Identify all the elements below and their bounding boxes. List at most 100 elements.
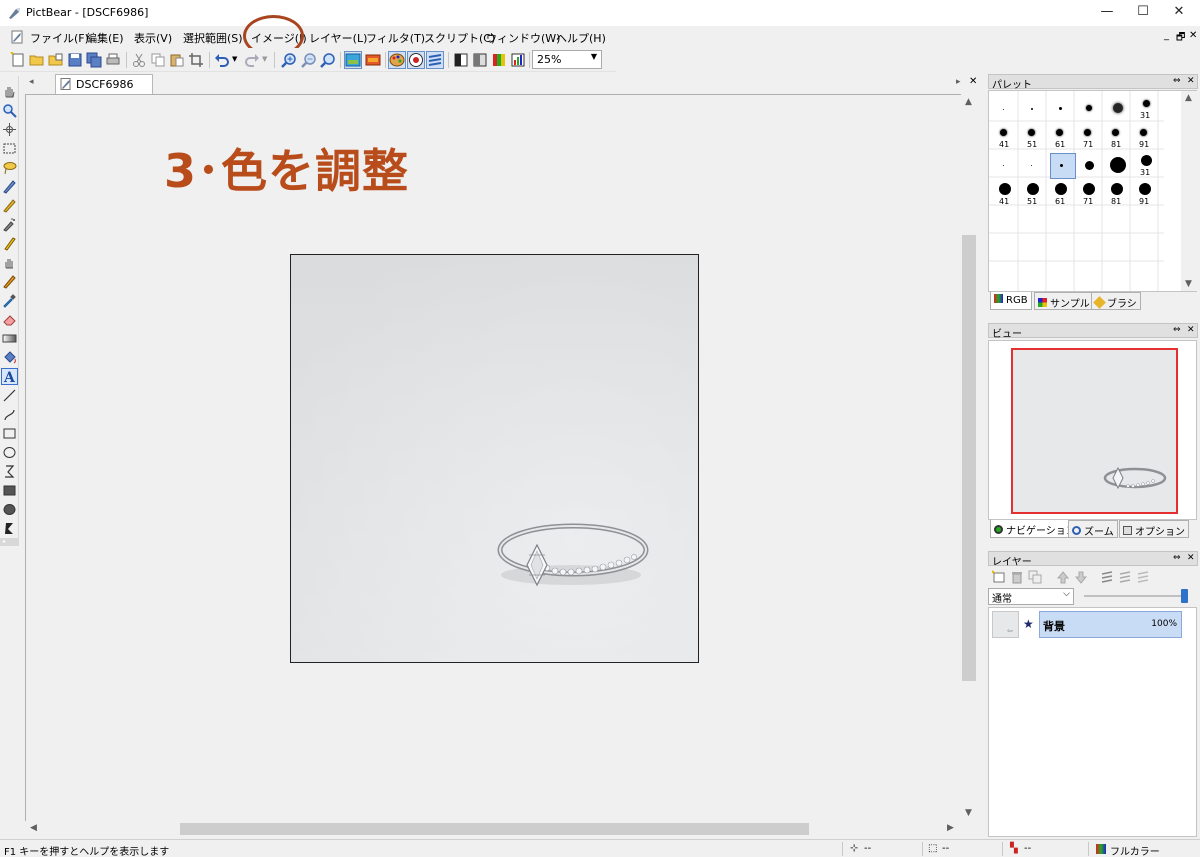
tab-brush[interactable]: ブラシ [1091, 292, 1141, 310]
brush-dot[interactable] [1086, 105, 1092, 111]
palette-scrollbar[interactable]: ▲ ▼ [1181, 91, 1197, 291]
zoom-out-icon[interactable] [301, 52, 317, 68]
close-button[interactable]: ✕ [1156, 0, 1200, 26]
brush-tool-icon[interactable] [2, 198, 17, 213]
scroll-down-icon[interactable]: ▼ [965, 808, 972, 818]
save-icon[interactable] [67, 52, 83, 68]
document-icon[interactable] [10, 30, 24, 44]
redo-dropdown-icon[interactable]: ▼ [262, 55, 267, 63]
blend-mode-select[interactable]: 通常 ⌵ [988, 588, 1074, 605]
duplicate-layer-icon[interactable] [1028, 570, 1042, 584]
brush-dot[interactable] [1059, 107, 1062, 110]
scroll-down-icon[interactable]: ▼ [1185, 279, 1192, 289]
brush-dot[interactable] [1055, 183, 1067, 195]
brush-dot[interactable] [1028, 129, 1035, 136]
menu-edit[interactable]: 編集(E) [86, 30, 124, 46]
brush-dot[interactable] [1139, 183, 1151, 195]
navigator-toggle-button[interactable] [407, 51, 425, 69]
pencil-tool-icon[interactable] [2, 179, 17, 194]
vertical-scroll-thumb[interactable] [962, 235, 976, 681]
new-file-icon[interactable] [10, 52, 26, 68]
zoom-level-select[interactable]: 25% ▼ [532, 50, 602, 69]
palette-toggle-button[interactable] [388, 51, 406, 69]
eyedropper-tool-icon[interactable] [2, 293, 17, 308]
navigator-viewport-frame[interactable] [1011, 348, 1178, 514]
menu-file[interactable]: ファイル(F) [30, 30, 89, 46]
filled-rectangle-tool-icon[interactable] [2, 483, 17, 498]
undo-icon[interactable] [214, 52, 230, 68]
layer-up-icon[interactable] [1056, 570, 1070, 584]
tool-palette-expand-icon[interactable]: ▸ [0, 538, 19, 546]
panel-close-icon[interactable]: ✕ [1187, 325, 1195, 335]
filled-polygon-tool-icon[interactable] [2, 521, 17, 536]
menu-view[interactable]: 表示(V) [134, 30, 172, 46]
airbrush-tool-icon[interactable] [2, 217, 17, 232]
canvas-area[interactable]: 3･色を調整 [25, 94, 961, 821]
brush-dot[interactable] [1113, 103, 1123, 113]
tab-close-icon[interactable]: ✕ [969, 76, 977, 87]
brush-dot[interactable] [1084, 129, 1091, 136]
brush-dot[interactable] [1060, 164, 1063, 167]
tab-sample[interactable]: サンプル [1034, 292, 1094, 310]
mdi-minimize-button[interactable]: _ [1164, 30, 1169, 41]
menu-help[interactable]: ヘルプ(H) [556, 30, 606, 46]
gradient-tool-icon[interactable] [2, 331, 17, 346]
brush-dot[interactable] [1140, 129, 1147, 136]
brush-dot[interactable] [1143, 100, 1150, 107]
brush-dot[interactable] [999, 183, 1011, 195]
rect-select-tool-icon[interactable] [2, 141, 17, 156]
brush-dot[interactable] [1110, 157, 1126, 173]
star-icon[interactable]: ★ [1023, 617, 1034, 631]
fill-tool-icon[interactable] [2, 350, 17, 365]
menu-window[interactable]: ウィンドウ(W) [486, 30, 560, 46]
smudge-tool-icon[interactable] [2, 255, 17, 270]
layer-thumbnail[interactable]: ⇦ [992, 611, 1019, 638]
ellipse-tool-icon[interactable] [2, 445, 17, 460]
hand-tool-icon[interactable] [2, 84, 17, 99]
cut-icon[interactable] [131, 52, 147, 68]
redo-icon[interactable] [244, 52, 260, 68]
layer-view-icon[interactable] [365, 52, 381, 68]
tab-zoom[interactable]: ズーム [1068, 520, 1118, 538]
mdi-close-button[interactable]: ✕ [1189, 30, 1197, 41]
panel-pin-icon[interactable]: ⇔ [1173, 325, 1181, 335]
new-layer-icon[interactable] [992, 570, 1006, 584]
scroll-right-icon[interactable]: ▶ [947, 823, 954, 833]
menu-script[interactable]: スクリプト(C) [424, 30, 495, 46]
brush-dot[interactable] [1003, 165, 1004, 166]
copy-icon[interactable] [150, 52, 166, 68]
flatten-icon[interactable] [1136, 570, 1150, 584]
menu-selection[interactable]: 選択範囲(S) [183, 30, 243, 46]
menu-filter[interactable]: フィルタ(T) [366, 30, 425, 46]
print-icon[interactable] [105, 52, 121, 68]
scroll-up-icon[interactable]: ▲ [965, 97, 972, 107]
merge-down-icon[interactable] [1100, 570, 1114, 584]
brush-dot[interactable] [1031, 108, 1033, 110]
curve-tool-icon[interactable] [2, 407, 17, 422]
eraser-tool-icon[interactable] [2, 312, 17, 327]
layers-toggle-button[interactable] [426, 51, 444, 69]
horizontal-scrollbar[interactable]: ◀ ▶ [25, 821, 961, 837]
brush-dot[interactable] [1003, 109, 1004, 110]
grayscale-icon[interactable] [453, 52, 469, 68]
menu-layer[interactable]: レイヤー(L) [309, 30, 367, 46]
opacity-slider-thumb[interactable] [1181, 589, 1188, 603]
histogram-icon[interactable] [510, 52, 526, 68]
tab-option[interactable]: オプション [1119, 520, 1189, 538]
tab-scroll-right-icon[interactable]: ▸ [956, 77, 961, 87]
opacity-slider-track[interactable] [1084, 595, 1188, 597]
line-tool-icon[interactable] [2, 388, 17, 403]
mdi-restore-button[interactable]: 🗗 [1176, 30, 1185, 47]
navigator-view[interactable] [988, 340, 1197, 520]
horizontal-scroll-thumb[interactable] [180, 823, 809, 835]
brush-dot[interactable] [1031, 165, 1032, 166]
pictbear-app-icon[interactable] [8, 6, 22, 20]
tab-scroll-left-icon[interactable]: ◂ [29, 77, 34, 87]
brush-dot[interactable] [1000, 129, 1007, 136]
brush-dot[interactable] [1111, 183, 1123, 195]
selected-brush-cell[interactable] [1050, 153, 1076, 179]
brightness-icon[interactable] [472, 52, 488, 68]
tab-navigation[interactable]: ナビゲーション [990, 520, 1080, 538]
zoom-in-icon[interactable] [281, 52, 297, 68]
color-balance-icon[interactable] [491, 52, 507, 68]
